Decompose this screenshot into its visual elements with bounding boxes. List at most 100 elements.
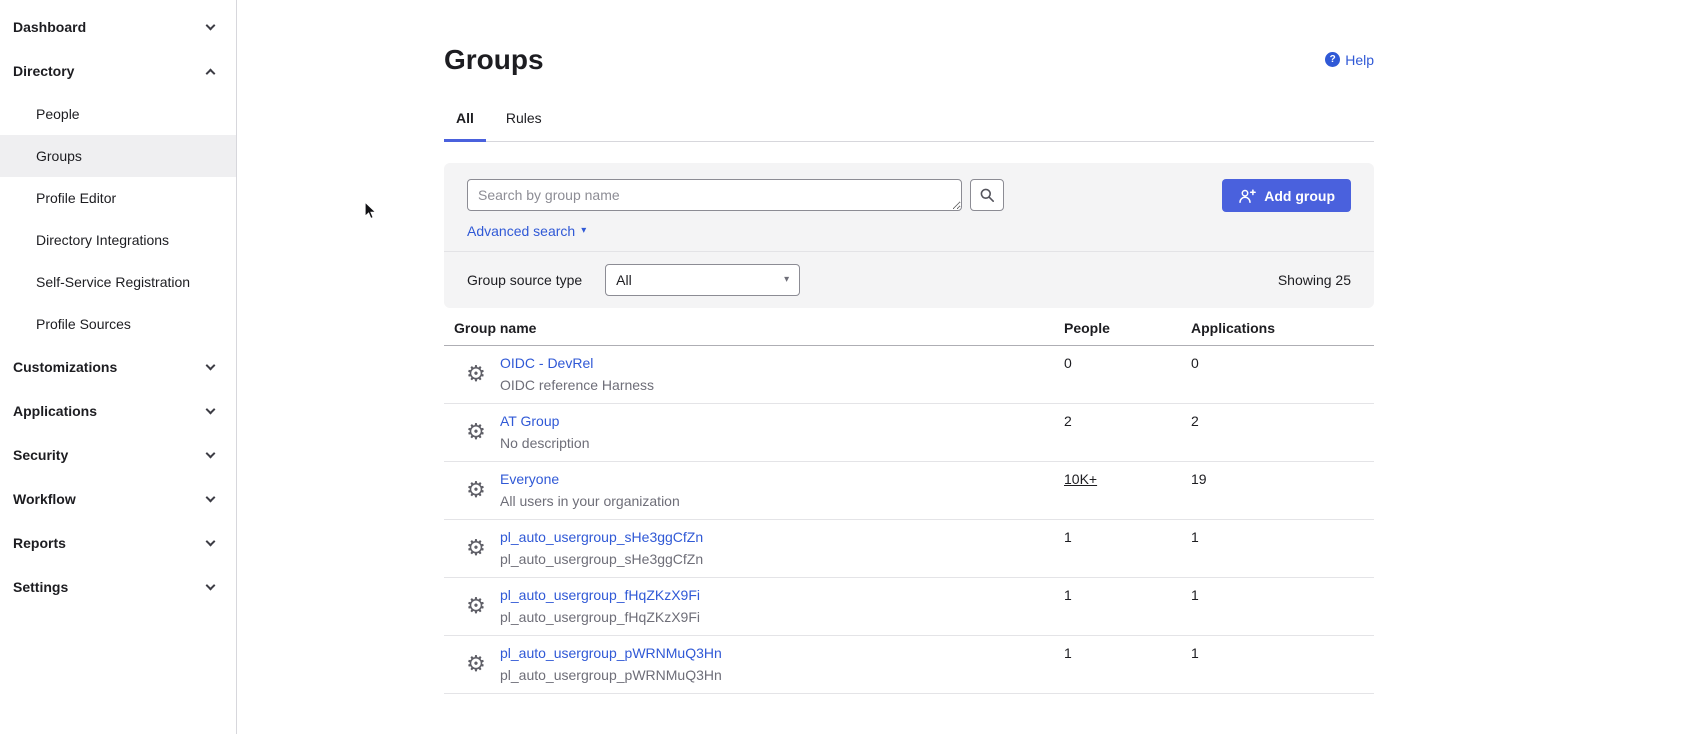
sidebar: Dashboard Directory People Groups Profil… bbox=[0, 0, 237, 734]
caret-down-icon: ▾ bbox=[784, 275, 789, 285]
group-description: No description bbox=[500, 432, 590, 454]
sidebar-item-label: Customizations bbox=[13, 359, 117, 375]
group-description: pl_auto_usergroup_sHe3ggCfZn bbox=[500, 548, 703, 570]
sidebar-item-directory[interactable]: Directory bbox=[0, 49, 236, 93]
chevron-down-icon bbox=[206, 536, 216, 546]
applications-count: 1 bbox=[1181, 520, 1374, 578]
add-group-button[interactable]: Add group bbox=[1222, 179, 1351, 212]
group-description: pl_auto_usergroup_pWRNMuQ3Hn bbox=[500, 664, 722, 686]
sidebar-item-groups[interactable]: Groups bbox=[0, 135, 236, 177]
group-icon: ⚙ bbox=[464, 468, 488, 512]
sidebar-item-settings[interactable]: Settings bbox=[0, 565, 236, 609]
chevron-down-icon bbox=[206, 580, 216, 590]
caret-down-icon: ▾ bbox=[581, 226, 586, 236]
showing-count: Showing 25 bbox=[1278, 272, 1351, 288]
applications-count: 0 bbox=[1181, 346, 1374, 404]
group-icon: ⚙ bbox=[464, 584, 488, 628]
sidebar-item-label: Directory bbox=[13, 63, 74, 79]
people-count-link[interactable]: 10K+ bbox=[1064, 471, 1097, 487]
tab-bar: All Rules bbox=[444, 102, 1374, 142]
column-header-applications: Applications bbox=[1181, 313, 1374, 346]
sidebar-item-label: Profile Sources bbox=[36, 316, 131, 332]
group-icon: ⚙ bbox=[464, 642, 488, 686]
group-name-link[interactable]: pl_auto_usergroup_pWRNMuQ3Hn bbox=[500, 642, 722, 664]
group-icon: ⚙ bbox=[464, 410, 488, 454]
group-name-link[interactable]: OIDC - DevRel bbox=[500, 352, 593, 374]
sidebar-item-applications[interactable]: Applications bbox=[0, 389, 236, 433]
sidebar-item-reports[interactable]: Reports bbox=[0, 521, 236, 565]
page-title: Groups bbox=[444, 43, 544, 76]
people-count: 1 bbox=[1054, 520, 1181, 578]
chevron-up-icon bbox=[206, 68, 216, 78]
search-input[interactable] bbox=[467, 179, 962, 211]
table-row: ⚙ pl_auto_usergroup_pWRNMuQ3Hn pl_auto_u… bbox=[444, 636, 1374, 694]
sidebar-item-label: Groups bbox=[36, 148, 82, 164]
search-icon bbox=[979, 187, 995, 203]
table-row: ⚙ AT Group No description 2 2 bbox=[444, 404, 1374, 462]
chevron-down-icon bbox=[206, 448, 216, 458]
sidebar-item-workflow[interactable]: Workflow bbox=[0, 477, 236, 521]
column-header-people: People bbox=[1054, 313, 1181, 346]
chevron-down-icon bbox=[206, 360, 216, 370]
sidebar-item-label: Dashboard bbox=[13, 19, 86, 35]
sidebar-item-label: People bbox=[36, 106, 80, 122]
sidebar-item-profile-editor[interactable]: Profile Editor bbox=[0, 177, 236, 219]
sidebar-item-label: Reports bbox=[13, 535, 66, 551]
sidebar-item-profile-sources[interactable]: Profile Sources bbox=[0, 303, 236, 345]
sidebar-item-label: Directory Integrations bbox=[36, 232, 169, 248]
people-count: 0 bbox=[1054, 346, 1181, 404]
group-description: pl_auto_usergroup_fHqZKzX9Fi bbox=[500, 606, 700, 628]
group-name-link[interactable]: Everyone bbox=[500, 468, 559, 490]
sidebar-item-dashboard[interactable]: Dashboard bbox=[0, 5, 236, 49]
group-name-link[interactable]: AT Group bbox=[500, 410, 559, 432]
sidebar-item-label: Workflow bbox=[13, 491, 76, 507]
sidebar-item-self-service-registration[interactable]: Self-Service Registration bbox=[0, 261, 236, 303]
table-row: ⚙ OIDC - DevRel OIDC reference Harness 0… bbox=[444, 346, 1374, 404]
table-row: ⚙ pl_auto_usergroup_fHqZKzX9Fi pl_auto_u… bbox=[444, 578, 1374, 636]
help-link[interactable]: ? Help bbox=[1325, 52, 1374, 68]
advanced-search-link[interactable]: Advanced search ▾ bbox=[467, 223, 586, 239]
group-icon: ⚙ bbox=[464, 352, 488, 396]
sidebar-item-people[interactable]: People bbox=[0, 93, 236, 135]
people-count: 1 bbox=[1054, 578, 1181, 636]
search-filter-panel: Add group Advanced search ▾ Group source… bbox=[444, 163, 1374, 308]
sidebar-item-label: Profile Editor bbox=[36, 190, 116, 206]
people-count: 2 bbox=[1054, 404, 1181, 462]
tab-rules[interactable]: Rules bbox=[494, 102, 554, 142]
advanced-search-label: Advanced search bbox=[467, 223, 575, 239]
help-icon: ? bbox=[1325, 52, 1340, 67]
chevron-down-icon bbox=[206, 492, 216, 502]
sidebar-item-label: Security bbox=[13, 447, 68, 463]
group-name-link[interactable]: pl_auto_usergroup_sHe3ggCfZn bbox=[500, 526, 703, 548]
group-description: OIDC reference Harness bbox=[500, 374, 654, 396]
chevron-down-icon bbox=[206, 404, 216, 414]
sidebar-item-label: Self-Service Registration bbox=[36, 274, 190, 290]
sidebar-item-security[interactable]: Security bbox=[0, 433, 236, 477]
group-name-link[interactable]: pl_auto_usergroup_fHqZKzX9Fi bbox=[500, 584, 700, 606]
help-label: Help bbox=[1345, 52, 1374, 68]
tab-all[interactable]: All bbox=[444, 102, 486, 142]
column-header-group-name: Group name bbox=[444, 313, 1054, 346]
sidebar-directory-subnav: People Groups Profile Editor Directory I… bbox=[0, 93, 236, 345]
selected-option: All bbox=[616, 272, 632, 288]
add-group-label: Add group bbox=[1264, 188, 1335, 204]
group-description: All users in your organization bbox=[500, 490, 680, 512]
sidebar-item-label: Settings bbox=[13, 579, 68, 595]
app-window: Dashboard Directory People Groups Profil… bbox=[0, 0, 1687, 734]
table-row: ⚙ Everyone All users in your organizatio… bbox=[444, 462, 1374, 520]
applications-count: 1 bbox=[1181, 636, 1374, 694]
search-button[interactable] bbox=[970, 179, 1004, 211]
applications-count: 19 bbox=[1181, 462, 1374, 520]
table-row: ⚙ pl_auto_usergroup_sHe3ggCfZn pl_auto_u… bbox=[444, 520, 1374, 578]
applications-count: 2 bbox=[1181, 404, 1374, 462]
people-count: 1 bbox=[1054, 636, 1181, 694]
add-person-icon bbox=[1238, 188, 1256, 204]
sidebar-item-directory-integrations[interactable]: Directory Integrations bbox=[0, 219, 236, 261]
group-icon: ⚙ bbox=[464, 526, 488, 570]
applications-count: 1 bbox=[1181, 578, 1374, 636]
groups-table: Group name People Applications ⚙ OIDC - … bbox=[444, 313, 1374, 694]
sidebar-item-customizations[interactable]: Customizations bbox=[0, 345, 236, 389]
group-source-type-select[interactable]: All ▾ bbox=[605, 264, 800, 296]
group-source-type-label: Group source type bbox=[467, 272, 582, 288]
sidebar-item-label: Applications bbox=[13, 403, 97, 419]
